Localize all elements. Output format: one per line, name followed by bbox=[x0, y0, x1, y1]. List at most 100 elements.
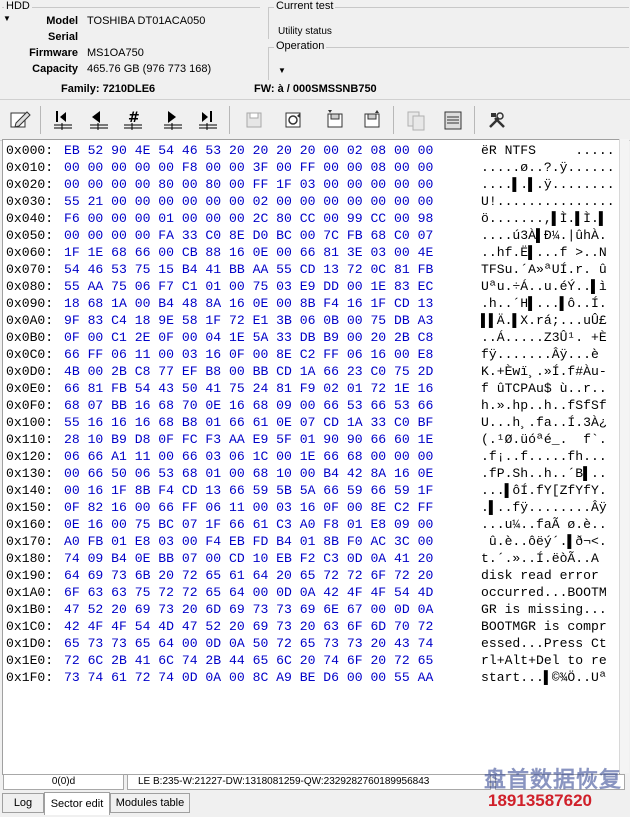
hex-row-ascii[interactable]: ö.......,▌Ì.▌Ì.▌ bbox=[481, 210, 607, 227]
tab-modules-table[interactable]: Modules table bbox=[110, 793, 190, 813]
hex-row-ascii[interactable]: .▌..fÿ........Âÿ bbox=[481, 499, 607, 516]
hex-scrollbar[interactable] bbox=[619, 139, 629, 773]
hex-row-bytes[interactable]: 47 52 20 69 73 20 6D 69 73 73 69 6E 67 0… bbox=[64, 601, 433, 618]
prev-sector-button[interactable] bbox=[84, 105, 114, 135]
hex-row-bytes[interactable]: 6F 63 63 75 72 72 65 64 00 0D 0A 42 4F 4… bbox=[64, 584, 433, 601]
hex-row-ascii[interactable]: t.´.»..Í.ëòÃ..A bbox=[481, 550, 607, 567]
write-sector-button[interactable] bbox=[320, 105, 350, 135]
hex-row-ascii[interactable]: f ûTCPAu$ ù..r.. bbox=[481, 380, 607, 397]
hex-row-ascii[interactable]: .fP.Sh..h..´B▌.. bbox=[481, 465, 607, 482]
hex-row-bytes[interactable]: EB 52 90 4E 54 46 53 20 20 20 20 00 02 0… bbox=[64, 142, 433, 159]
hex-row-bytes[interactable]: 00 00 00 00 FA 33 C0 8E D0 BC 00 7C FB 6… bbox=[64, 227, 433, 244]
firmware-label: Firmware bbox=[29, 47, 78, 59]
hex-row-ascii[interactable]: ....▌.▌.ÿ........ bbox=[481, 176, 615, 193]
serial-label: Serial bbox=[48, 31, 78, 43]
hex-row-bytes[interactable]: F6 00 00 00 01 00 00 00 2C 80 CC 00 99 C… bbox=[64, 210, 433, 227]
hdd-title: HDD bbox=[4, 0, 32, 12]
hex-row-address: 0x140: bbox=[6, 483, 54, 498]
read-sector-button[interactable] bbox=[357, 105, 387, 135]
tools-icon bbox=[489, 112, 505, 128]
hex-row-ascii[interactable]: ëR NTFS ..... bbox=[481, 142, 615, 159]
hex-row-address: 0x150: bbox=[6, 500, 54, 515]
hex-row-address: 0x060: bbox=[6, 245, 54, 260]
hex-row-ascii[interactable]: Uªu.÷Á..u.éÝ..▌ì bbox=[481, 278, 607, 295]
hex-row-ascii[interactable]: ....ú3À▌Ð¼.|ûhÀ. bbox=[481, 227, 607, 244]
hex-row-ascii[interactable]: û.è..ôëý´.▌ð¬<. bbox=[481, 533, 607, 550]
refresh-button[interactable] bbox=[278, 105, 308, 135]
copy-button[interactable] bbox=[401, 105, 431, 135]
hex-row-bytes[interactable]: 74 09 B4 0E BB 07 00 CD 10 EB F2 C3 0D 0… bbox=[64, 550, 433, 567]
hex-row-address: 0x1F0: bbox=[6, 670, 54, 685]
hex-row-bytes[interactable]: 0E 16 00 75 BC 07 1F 66 61 C3 A0 F8 01 E… bbox=[64, 516, 433, 533]
hex-row-ascii[interactable]: (.¹Ø.üóªé_. f`. bbox=[481, 431, 607, 448]
hex-row-bytes[interactable]: 42 4F 4F 54 4D 47 52 20 69 73 20 63 6F 6… bbox=[64, 618, 433, 635]
hex-row-bytes[interactable]: 54 46 53 75 15 B4 41 BB AA 55 CD 13 72 0… bbox=[64, 261, 433, 278]
hex-row-ascii[interactable]: essed...Press Ct bbox=[481, 635, 607, 652]
hex-row-ascii[interactable]: U...h¸.fa..Í.3À¿ bbox=[481, 414, 607, 431]
hex-row-ascii[interactable]: .f¡..f.....fh... bbox=[481, 448, 607, 465]
hex-row-ascii[interactable]: .h..´H▌...▌ô..Í. bbox=[481, 295, 607, 312]
next-sector-button[interactable] bbox=[158, 105, 188, 135]
hex-row-bytes[interactable]: 9F 83 C4 18 9E 58 1F 72 E1 3B 06 0B 00 7… bbox=[64, 312, 433, 329]
hex-row-bytes[interactable]: 55 21 00 00 00 00 00 00 02 00 00 00 00 0… bbox=[64, 193, 433, 210]
last-sector-button[interactable] bbox=[193, 105, 223, 135]
save-button[interactable] bbox=[239, 105, 269, 135]
edit-button[interactable] bbox=[5, 105, 35, 135]
hex-row-ascii[interactable]: rl+Alt+Del to re bbox=[481, 652, 607, 669]
hex-row-ascii[interactable]: GR is missing... bbox=[481, 601, 607, 618]
hex-row-ascii[interactable]: BOOTMGR is compr bbox=[481, 618, 607, 635]
tab-sector-edit[interactable]: Sector edit bbox=[44, 792, 110, 815]
hex-row-ascii[interactable]: ...u¼..faÃ ø.è.. bbox=[481, 516, 607, 533]
hex-row-address: 0x070: bbox=[6, 262, 54, 277]
hex-row-bytes[interactable]: 00 66 50 06 53 68 01 00 68 10 00 B4 42 8… bbox=[64, 465, 433, 482]
hex-row-bytes[interactable]: 0F 82 16 00 66 FF 06 11 00 03 16 0F 00 8… bbox=[64, 499, 433, 516]
hex-row-bytes[interactable]: 00 00 00 00 80 00 80 00 FF 1F 03 00 00 0… bbox=[64, 176, 433, 193]
hex-row-bytes[interactable]: 55 16 16 16 68 B8 01 66 61 0E 07 CD 1A 3… bbox=[64, 414, 433, 431]
hex-row-bytes[interactable]: 00 00 00 00 00 F8 00 00 3F 00 FF 00 00 0… bbox=[64, 159, 433, 176]
hex-row-bytes[interactable]: 00 16 1F 8B F4 CD 13 66 59 5B 5A 66 59 6… bbox=[64, 482, 433, 499]
operation-title: Operation bbox=[274, 40, 327, 52]
hex-row-ascii[interactable]: K.+Èwï¸.»Í.f#Àu- bbox=[481, 363, 607, 380]
last-sector-icon bbox=[199, 111, 217, 130]
hex-row-ascii[interactable]: .....ø..?.ÿ...... bbox=[481, 159, 615, 176]
tab-log[interactable]: Log bbox=[2, 793, 44, 813]
hex-row-bytes[interactable]: 06 66 A1 11 00 66 03 06 1C 00 1E 66 68 0… bbox=[64, 448, 433, 465]
hex-row-ascii[interactable]: ...▌ôÍ.fY[ZfYfY. bbox=[481, 482, 607, 499]
hex-row-bytes[interactable]: 64 69 73 6B 20 72 65 61 64 20 65 72 72 6… bbox=[64, 567, 433, 584]
hex-row-ascii[interactable]: disk read error bbox=[481, 567, 607, 584]
utility-status-text: Utility status bbox=[278, 26, 332, 37]
hex-row-address: 0x1D0: bbox=[6, 636, 54, 651]
hex-editor[interactable]: 0x000: EB 52 90 4E 54 46 53 20 20 20 20 0… bbox=[2, 139, 620, 775]
hex-row-bytes[interactable]: 1F 1E 68 66 00 CB 88 16 0E 00 66 81 3E 0… bbox=[64, 244, 433, 261]
hex-row-ascii[interactable]: U!............... bbox=[481, 193, 615, 210]
hex-row-ascii[interactable]: ..hf.Ë▌...f >..N bbox=[481, 244, 607, 261]
hex-row-address: 0x000: bbox=[6, 143, 54, 158]
hex-row-address: 0x160: bbox=[6, 517, 54, 532]
hex-row-bytes[interactable]: 18 68 1A 00 B4 48 8A 16 0E 00 8B F4 16 1… bbox=[64, 295, 433, 312]
hex-row-bytes[interactable]: A0 FB 01 E8 03 00 F4 EB FD B4 01 8B F0 A… bbox=[64, 533, 433, 550]
hex-row-ascii[interactable]: ..Á.....Z3Û¹. +È bbox=[481, 329, 607, 346]
hex-row-bytes[interactable]: 68 07 BB 16 68 70 0E 16 68 09 00 66 53 6… bbox=[64, 397, 433, 414]
hex-row-ascii[interactable]: TFSu.´A»ªUÍ.r. û bbox=[481, 261, 607, 278]
hex-row-bytes[interactable]: 72 6C 2B 41 6C 74 2B 44 65 6C 20 74 6F 2… bbox=[64, 652, 433, 669]
hex-row-bytes[interactable]: 73 74 61 72 74 0D 0A 00 8C A9 BE D6 00 0… bbox=[64, 669, 433, 686]
hex-row-ascii[interactable]: h.».hp..h..fSfSf bbox=[481, 397, 607, 414]
hex-row-ascii[interactable]: occurred...BOOTM bbox=[481, 584, 607, 601]
hex-row-ascii[interactable]: ▌▌Ä.▌X.rá;...uÛ£ bbox=[481, 312, 607, 329]
capacity-label: Capacity bbox=[32, 63, 78, 75]
tools-button[interactable] bbox=[482, 105, 512, 135]
hex-row-bytes[interactable]: 0F 00 C1 2E 0F 00 04 1E 5A 33 DB B9 00 2… bbox=[64, 329, 433, 346]
hex-row-bytes[interactable]: 66 81 FB 54 43 50 41 75 24 81 F9 02 01 7… bbox=[64, 380, 433, 397]
first-sector-button[interactable] bbox=[48, 105, 78, 135]
hex-row-ascii[interactable]: start...▌©¾Ö..Uª bbox=[481, 669, 607, 686]
operation-collapse-icon[interactable]: ▼ bbox=[278, 66, 286, 75]
hex-row-bytes[interactable]: 28 10 B9 D8 0F FC F3 AA E9 5F 01 90 90 6… bbox=[64, 431, 433, 448]
hex-row-ascii[interactable]: fÿ.......Âÿ...è bbox=[481, 346, 599, 363]
hex-row-bytes[interactable]: 4B 00 2B C8 77 EF B8 00 BB CD 1A 66 23 C… bbox=[64, 363, 433, 380]
hex-row-bytes[interactable]: 65 73 73 65 64 00 0D 0A 50 72 65 73 73 2… bbox=[64, 635, 433, 652]
hex-row-bytes[interactable]: 55 AA 75 06 F7 C1 01 00 75 03 E9 DD 00 1… bbox=[64, 278, 433, 295]
disk-image-button[interactable] bbox=[438, 105, 468, 135]
goto-sector-button[interactable]: # bbox=[118, 105, 148, 135]
hex-row-bytes[interactable]: 66 FF 06 11 00 03 16 0F 00 8E C2 FF 06 1… bbox=[64, 346, 433, 363]
hex-row-address: 0x190: bbox=[6, 568, 54, 583]
